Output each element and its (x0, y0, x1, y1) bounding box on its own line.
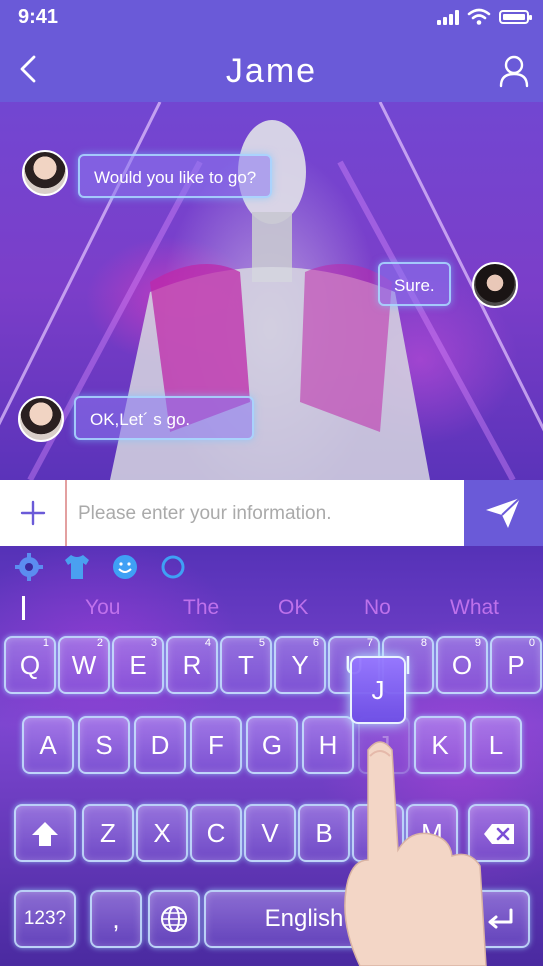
status-icons (437, 8, 532, 26)
key-number-hint: 8 (420, 637, 427, 649)
key-number-hint: 9 (474, 637, 481, 649)
shift-key[interactable] (14, 804, 76, 862)
key-label: C (206, 818, 226, 848)
key-label: R (182, 650, 202, 680)
key-label: G (261, 730, 283, 760)
message-bubble-incoming: OK,Let´ s go. (74, 396, 254, 440)
key-a[interactable]: A (22, 716, 74, 774)
key-label: Y (291, 650, 309, 680)
key-label: A (39, 730, 57, 760)
key-s[interactable]: S (78, 716, 130, 774)
key-number-hint: 5 (258, 637, 265, 649)
key-r[interactable]: R4 (166, 636, 218, 694)
message-bubble-incoming: Would you like to go? (78, 154, 273, 198)
pointing-hand-illustration (344, 741, 487, 966)
language-key[interactable] (148, 890, 200, 948)
pressed-key-preview[interactable]: J (350, 656, 406, 724)
suggestion-item[interactable]: What (450, 596, 499, 620)
key-number-hint: 2 (96, 637, 103, 649)
key-label: W (71, 650, 97, 680)
key-label: P (507, 650, 525, 680)
globe-icon (161, 906, 187, 932)
wifi-icon (467, 8, 491, 25)
emoji-icon[interactable] (110, 552, 140, 582)
gear-icon[interactable] (14, 552, 44, 582)
suggestion-bar: You The OK No What (0, 590, 543, 628)
key-q[interactable]: Q1 (4, 636, 56, 694)
key-t[interactable]: T5 (220, 636, 272, 694)
key-number-hint: 0 (528, 637, 535, 649)
key-v[interactable]: V (244, 804, 296, 862)
key-z[interactable]: Z (82, 804, 134, 862)
comma-key[interactable]: , (90, 890, 142, 948)
my-avatar[interactable] (472, 262, 518, 308)
key-label: S (95, 730, 113, 760)
key-number-hint: 3 (150, 637, 157, 649)
chat-header: Jame (0, 36, 543, 102)
send-icon (486, 497, 521, 528)
contact-name: Jame (225, 52, 318, 90)
key-e[interactable]: E3 (112, 636, 164, 694)
key-number-hint: 6 (312, 637, 319, 649)
contact-avatar[interactable] (22, 150, 68, 196)
message-composer (0, 480, 543, 546)
message-list: Would you like to go? Sure. OK,Let´ s go… (0, 102, 543, 480)
composer-divider (65, 480, 67, 546)
suggestion-item[interactable]: OK (278, 596, 308, 620)
shirt-icon[interactable] (62, 552, 92, 582)
key-label: J (371, 675, 385, 705)
keyboard-toolbar (0, 546, 543, 586)
key-p[interactable]: P0 (490, 636, 542, 694)
status-bar: 9:41 (0, 0, 543, 36)
key-label: H (318, 730, 338, 760)
key-number-hint: 1 (42, 637, 49, 649)
key-d[interactable]: D (134, 716, 186, 774)
key-label: Q (19, 650, 41, 680)
key-label: Z (100, 818, 116, 848)
key-label: E (129, 650, 147, 680)
key-number-hint: 7 (366, 637, 373, 649)
key-label: T (238, 650, 254, 680)
message-bubble-outgoing: Sure. (378, 262, 451, 306)
send-button[interactable] (464, 480, 543, 546)
key-label: V (261, 818, 279, 848)
key-label: B (315, 818, 333, 848)
key-label: X (153, 818, 171, 848)
key-label: D (150, 730, 170, 760)
user-icon[interactable] (499, 54, 529, 88)
signal-icon (437, 9, 459, 25)
mode-switch-key[interactable]: 123? (14, 890, 76, 948)
suggestion-item[interactable]: The (183, 596, 219, 620)
key-x[interactable]: X (136, 804, 188, 862)
circle-icon[interactable] (158, 552, 188, 582)
key-label: L (488, 730, 504, 760)
key-c[interactable]: C (190, 804, 242, 862)
message-input[interactable] (76, 498, 460, 530)
key-w[interactable]: W2 (58, 636, 110, 694)
battery-icon (499, 10, 532, 24)
key-g[interactable]: G (246, 716, 298, 774)
key-label: F (208, 730, 224, 760)
contact-avatar[interactable] (18, 396, 64, 442)
key-number-hint: 4 (204, 637, 211, 649)
shift-icon (32, 822, 58, 846)
key-y[interactable]: Y6 (274, 636, 326, 694)
key-o[interactable]: O9 (436, 636, 488, 694)
key-label: O (451, 650, 473, 680)
suggestion-item[interactable]: You (85, 596, 120, 620)
suggestion-item[interactable]: No (364, 596, 391, 620)
key-f[interactable]: F (190, 716, 242, 774)
plus-icon[interactable] (16, 496, 50, 530)
status-time: 9:41 (18, 6, 59, 28)
